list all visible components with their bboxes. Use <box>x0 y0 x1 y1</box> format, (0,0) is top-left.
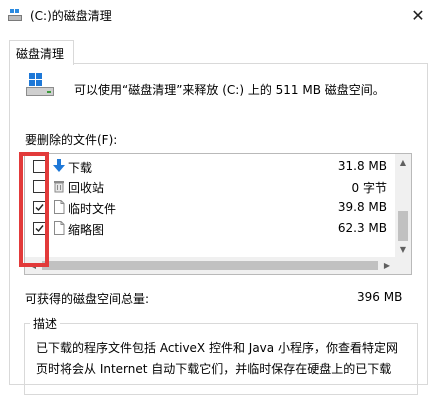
tab-label: 磁盘清理 <box>16 47 65 61</box>
window-title: (C:)的磁盘清理 <box>30 9 112 23</box>
file-icon <box>54 200 65 214</box>
space-gain-label: 可获得的磁盘空间总量: <box>25 292 150 306</box>
checkmark-icon <box>35 225 44 233</box>
description-line: 已下载的程序文件包括 ActiveX 控件和 Java 小程序，你查看特定网 <box>36 341 398 355</box>
checkbox-thumbnails[interactable] <box>33 222 46 235</box>
files-listbox[interactable]: 下载 31.8 MB 回收站 0 字节 临时文件 39.8 MB 缩略图 62.… <box>24 153 412 275</box>
description-legend: 描述 <box>30 315 61 332</box>
description-text: 已下载的程序文件包括 ActiveX 控件和 Java 小程序，你查看特定网 页… <box>36 338 410 380</box>
checkbox-recycle-bin[interactable] <box>33 180 46 193</box>
file-size: 0 字节 <box>351 181 387 195</box>
scroll-up-arrow-icon[interactable]: ▲ <box>395 154 411 170</box>
download-arrow-icon <box>53 159 65 172</box>
file-name: 回收站 <box>68 181 105 195</box>
drive-icon <box>26 73 54 96</box>
list-item[interactable]: 回收站 0 字节 <box>25 176 395 196</box>
files-to-delete-label: 要删除的文件(F): <box>25 133 118 147</box>
file-size: 31.8 MB <box>337 159 387 173</box>
description-line: 页时将会从 Internet 自动下载它们，并临时保存在硬盘上的已下载 <box>36 362 392 376</box>
horizontal-scrollbar[interactable]: ◀ ▶ <box>25 257 395 274</box>
disk-cleanup-app-icon <box>8 9 22 21</box>
recycle-bin-icon <box>54 181 64 193</box>
summary-text: 可以使用“磁盘清理”来释放 (C:) 上的 511 MB 磁盘空间。 <box>74 83 385 97</box>
file-size: 39.8 MB <box>337 200 387 214</box>
vertical-scroll-thumb[interactable] <box>398 211 408 241</box>
close-icon: ✕ <box>411 6 425 25</box>
space-gain-value: 396 MB <box>357 290 403 304</box>
scroll-left-arrow-icon[interactable]: ◀ <box>25 257 41 274</box>
tab-disk-cleanup[interactable]: 磁盘清理 <box>9 40 74 65</box>
checkmark-icon <box>35 204 44 212</box>
file-name: 临时文件 <box>68 202 117 216</box>
list-item[interactable]: 临时文件 39.8 MB <box>25 197 395 217</box>
close-button[interactable]: ✕ <box>401 0 435 31</box>
title-bar: (C:)的磁盘清理 ✕ <box>0 0 435 31</box>
file-icon <box>54 221 65 235</box>
scrollbar-corner <box>395 257 411 274</box>
checkbox-temp-files[interactable] <box>33 201 46 214</box>
scroll-down-arrow-icon[interactable]: ▼ <box>395 241 411 257</box>
list-item[interactable]: 下载 31.8 MB <box>25 156 395 176</box>
file-name: 下载 <box>68 161 93 175</box>
file-name: 缩略图 <box>68 223 105 237</box>
vertical-scrollbar[interactable]: ▲ ▼ <box>395 154 411 257</box>
list-item[interactable]: 缩略图 62.3 MB <box>25 218 395 238</box>
checkbox-downloads[interactable] <box>33 160 46 173</box>
scroll-right-arrow-icon[interactable]: ▶ <box>379 257 395 274</box>
file-size: 62.3 MB <box>337 221 387 235</box>
horizontal-scroll-thumb[interactable] <box>42 261 378 270</box>
